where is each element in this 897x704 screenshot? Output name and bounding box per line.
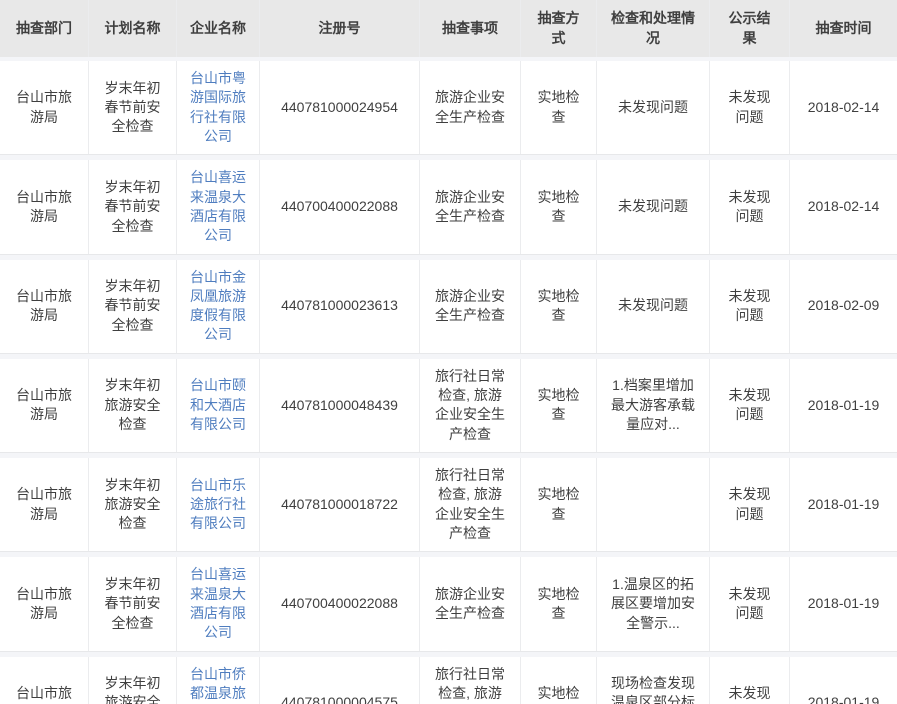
cell-plan: 岁末年初春节前安全检查: [89, 557, 177, 650]
cell-matter: 旅行社日常检查, 旅游企业安全生产检查: [420, 657, 521, 704]
cell-dept: 台山市旅游局: [0, 359, 89, 452]
cell-dept: 台山市旅游局: [0, 61, 89, 154]
inspection-table: 抽查部门计划名称企业名称注册号抽查事项抽查方式检查和处理情况公示结果抽查时间 台…: [0, 0, 897, 704]
cell-method: 实地检查: [521, 260, 597, 353]
cell-dept: 台山市旅游局: [0, 557, 89, 650]
cell-result: 未发现问题: [710, 458, 790, 551]
cell-method: 实地检查: [521, 657, 597, 704]
cell-plan: 岁末年初旅游安全检查: [89, 458, 177, 551]
cell-company: 台山市金凤凰旅游度假有限公司: [177, 260, 260, 353]
cell-date: 2018-01-19: [790, 657, 897, 704]
column-header-reg: 注册号: [260, 0, 420, 57]
cell-dept: 台山市旅游局: [0, 458, 89, 551]
cell-company: 台山市乐途旅行社有限公司: [177, 458, 260, 551]
table-row: 台山市旅游局岁末年初春节前安全检查台山市金凤凰旅游度假有限公司440781000…: [0, 260, 897, 354]
table-row: 台山市旅游局岁末年初旅游安全检查台山市颐和大酒店有限公司440781000048…: [0, 359, 897, 453]
cell-dept: 台山市旅游局: [0, 657, 89, 704]
cell-date: 2018-01-19: [790, 557, 897, 650]
cell-handling: 1.温泉区的拓展区要增加安全警示...: [597, 557, 710, 650]
cell-plan: 岁末年初春节前安全检查: [89, 61, 177, 154]
cell-matter: 旅游企业安全生产检查: [420, 160, 521, 253]
cell-result: 未发现问题: [710, 61, 790, 154]
cell-result: 未发现问题: [710, 160, 790, 253]
table-row: 台山市旅游局岁末年初旅游安全检查台山市侨都温泉旅游度假有限公司 440781000…: [0, 657, 897, 704]
cell-method: 实地检查: [521, 160, 597, 253]
cell-result: 未发现问题: [710, 657, 790, 704]
cell-reg: 440781000048439: [260, 359, 420, 452]
cell-date: 2018-02-09: [790, 260, 897, 353]
cell-matter: 旅游企业安全生产检查: [420, 260, 521, 353]
cell-date: 2018-01-19: [790, 359, 897, 452]
cell-result: 未发现问题: [710, 260, 790, 353]
company-link[interactable]: 台山喜运来温泉大酒店有限公司: [190, 565, 246, 642]
cell-matter: 旅行社日常检查, 旅游企业安全生产检查: [420, 359, 521, 452]
cell-plan: 岁末年初春节前安全检查: [89, 260, 177, 353]
cell-method: 实地检查: [521, 557, 597, 650]
column-header-date: 抽查时间: [790, 0, 897, 57]
column-header-method: 抽查方式: [521, 0, 597, 57]
cell-handling: [597, 458, 710, 551]
cell-method: 实地检查: [521, 458, 597, 551]
cell-handling: 未发现问题: [597, 160, 710, 253]
cell-handling: 未发现问题: [597, 61, 710, 154]
cell-date: 2018-02-14: [790, 61, 897, 154]
table-row: 台山市旅游局岁末年初春节前安全检查台山喜运来温泉大酒店有限公司440700400…: [0, 557, 897, 651]
table-header: 抽查部门计划名称企业名称注册号抽查事项抽查方式检查和处理情况公示结果抽查时间: [0, 0, 897, 57]
column-header-company: 企业名称: [177, 0, 260, 57]
cell-method: 实地检查: [521, 359, 597, 452]
company-link[interactable]: 台山市粤游国际旅行社有限公司: [190, 69, 246, 146]
table-row: 台山市旅游局岁末年初旅游安全检查台山市乐途旅行社有限公司440781000018…: [0, 458, 897, 552]
cell-reg: 440781000023613: [260, 260, 420, 353]
cell-company: 台山喜运来温泉大酒店有限公司: [177, 557, 260, 650]
column-header-result: 公示结果: [710, 0, 790, 57]
cell-result: 未发现问题: [710, 359, 790, 452]
company-link[interactable]: 台山喜运来温泉大酒店有限公司: [190, 168, 246, 245]
cell-company: 台山喜运来温泉大酒店有限公司: [177, 160, 260, 253]
cell-handling: 现场检查发现温泉区部分标识残旧，...: [597, 657, 710, 704]
column-header-matter: 抽查事项: [420, 0, 521, 57]
company-link[interactable]: 台山市乐途旅行社有限公司: [190, 476, 246, 534]
cell-dept: 台山市旅游局: [0, 160, 89, 253]
cell-reg: 440781000004575: [260, 657, 420, 704]
cell-matter: 旅游企业安全生产检查: [420, 557, 521, 650]
cell-handling: 未发现问题: [597, 260, 710, 353]
cell-reg: 440781000018722: [260, 458, 420, 551]
cell-date: 2018-02-14: [790, 160, 897, 253]
table-row: 台山市旅游局岁末年初春节前安全检查台山喜运来温泉大酒店有限公司440700400…: [0, 160, 897, 254]
cell-date: 2018-01-19: [790, 458, 897, 551]
cell-result: 未发现问题: [710, 557, 790, 650]
cell-company: 台山市粤游国际旅行社有限公司: [177, 61, 260, 154]
company-link[interactable]: 台山市侨都温泉旅游度假有限公司: [190, 665, 246, 704]
column-header-handling: 检查和处理情况: [597, 0, 710, 57]
cell-dept: 台山市旅游局: [0, 260, 89, 353]
inspection-results-page: 抽查部门计划名称企业名称注册号抽查事项抽查方式检查和处理情况公示结果抽查时间 台…: [0, 0, 897, 704]
cell-plan: 岁末年初旅游安全检查: [89, 359, 177, 452]
cell-company: 台山市侨都温泉旅游度假有限公司: [177, 657, 260, 704]
cell-reg: 440781000024954: [260, 61, 420, 154]
table-body: 台山市旅游局岁末年初春节前安全检查台山市粤游国际旅行社有限公司440781000…: [0, 61, 897, 704]
cell-plan: 岁末年初旅游安全检查: [89, 657, 177, 704]
cell-reg: 440700400022088: [260, 557, 420, 650]
column-header-plan: 计划名称: [89, 0, 177, 57]
company-link[interactable]: 台山市颐和大酒店有限公司: [190, 376, 246, 434]
cell-reg: 440700400022088: [260, 160, 420, 253]
cell-handling: 1.档案里增加最大游客承载量应对...: [597, 359, 710, 452]
table-row: 台山市旅游局岁末年初春节前安全检查台山市粤游国际旅行社有限公司440781000…: [0, 61, 897, 155]
cell-matter: 旅游企业安全生产检查: [420, 61, 521, 154]
cell-matter: 旅行社日常检查, 旅游企业安全生产检查: [420, 458, 521, 551]
cell-company: 台山市颐和大酒店有限公司: [177, 359, 260, 452]
column-header-dept: 抽查部门: [0, 0, 89, 57]
cell-plan: 岁末年初春节前安全检查: [89, 160, 177, 253]
company-link[interactable]: 台山市金凤凰旅游度假有限公司: [190, 268, 246, 345]
cell-method: 实地检查: [521, 61, 597, 154]
